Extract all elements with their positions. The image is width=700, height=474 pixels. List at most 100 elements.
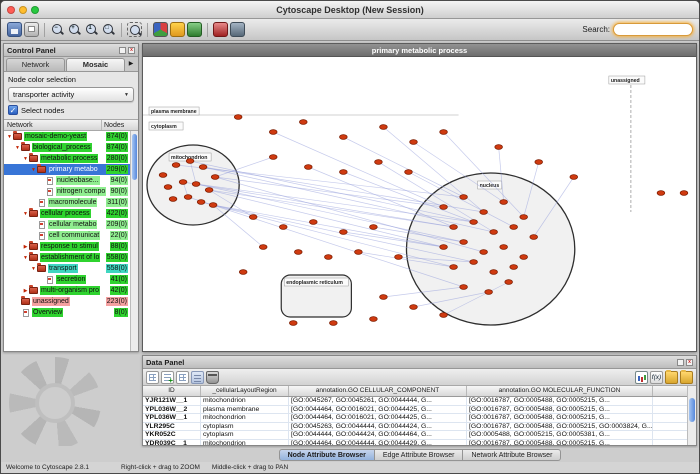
network-node[interactable] <box>169 197 177 202</box>
network-node[interactable] <box>450 225 458 230</box>
disclosure-triangle-icon[interactable]: ▼ <box>6 134 13 140</box>
network-node[interactable] <box>520 255 528 260</box>
network-node[interactable] <box>197 200 205 205</box>
network-edge[interactable] <box>343 137 463 197</box>
load-attributes-icon[interactable] <box>680 371 693 384</box>
network-edge[interactable] <box>213 205 443 247</box>
disclosure-triangle-icon[interactable]: ▼ <box>22 156 29 162</box>
network-node[interactable] <box>450 265 458 270</box>
table-row[interactable]: YPL036W__2plasma membrane[GO:0044464, GO… <box>143 406 696 415</box>
network-node[interactable] <box>380 295 388 300</box>
annotation-icon[interactable] <box>170 22 185 37</box>
tab-mosaic[interactable]: Mosaic <box>66 58 125 71</box>
network-node[interactable] <box>340 230 348 235</box>
formula-builder-icon[interactable]: f(x) <box>650 371 663 384</box>
network-node[interactable] <box>269 155 277 160</box>
network-node[interactable] <box>410 140 418 145</box>
zoom-in-icon[interactable]: + <box>67 22 82 37</box>
network-node[interactable] <box>279 225 287 230</box>
disclosure-triangle-icon[interactable]: ▼ <box>30 167 37 173</box>
tree-row[interactable]: ▶response to stimul88(0) <box>4 241 138 252</box>
tree-row[interactable]: ▶multi-organism pro42(0) <box>4 285 138 296</box>
print-icon[interactable] <box>24 22 39 37</box>
network-node[interactable] <box>234 115 242 120</box>
network-node[interactable] <box>211 175 219 180</box>
network-node[interactable] <box>289 321 297 326</box>
network-node[interactable] <box>269 130 277 135</box>
network-node[interactable] <box>680 191 688 196</box>
zoom-selected-icon[interactable] <box>127 22 142 37</box>
network-edge[interactable] <box>209 190 443 247</box>
zoom-out-icon[interactable]: − <box>50 22 65 37</box>
float-panel-button[interactable] <box>119 47 126 54</box>
select-nodes-checkbox[interactable]: ✓ <box>8 105 18 115</box>
float-data-panel-button[interactable] <box>677 359 684 366</box>
network-node[interactable] <box>480 210 488 215</box>
network-node[interactable] <box>239 270 247 275</box>
search-input[interactable] <box>613 23 693 36</box>
network-node[interactable] <box>505 280 513 285</box>
network-node[interactable] <box>249 215 257 220</box>
network-node[interactable] <box>192 182 200 187</box>
disclosure-triangle-icon[interactable]: ▼ <box>14 145 21 151</box>
tree-scrollbar[interactable] <box>130 131 138 351</box>
network-node[interactable] <box>199 165 207 170</box>
tree-row[interactable]: ▼metabolic process280(0) <box>4 153 138 164</box>
tree-row[interactable]: ▼transport558(0) <box>4 263 138 274</box>
tree-row[interactable]: secretion41(0) <box>4 274 138 285</box>
attribute-stack-icon[interactable] <box>191 371 204 384</box>
tree-row[interactable]: cell communicat22(0) <box>4 230 138 241</box>
network-node[interactable] <box>375 160 383 165</box>
network-node[interactable] <box>405 170 413 175</box>
tree-scrollbar-thumb[interactable] <box>132 134 137 180</box>
network-node[interactable] <box>535 160 543 165</box>
disclosure-triangle-icon[interactable]: ▼ <box>22 255 29 261</box>
column-header[interactable]: annotation.GO MOLECULAR_FUNCTION <box>467 386 653 396</box>
attribute-copy-icon[interactable] <box>176 371 189 384</box>
layout-icon[interactable] <box>187 22 202 37</box>
tree-row[interactable]: ▼primary metabo209(0) <box>4 164 138 175</box>
network-node[interactable] <box>495 145 503 150</box>
table-row[interactable]: YJR121W__1mitochondrion[GO:0045267, GO:0… <box>143 397 696 406</box>
disclosure-triangle-icon[interactable]: ▼ <box>30 266 37 272</box>
network-node[interactable] <box>205 188 213 193</box>
zoom-actual-icon[interactable]: 1 <box>84 22 99 37</box>
network-node[interactable] <box>370 317 378 322</box>
save-icon[interactable] <box>7 22 22 37</box>
attribute-select-icon[interactable] <box>146 371 159 384</box>
network-node[interactable] <box>159 173 167 178</box>
network-node[interactable] <box>410 305 418 310</box>
network-node[interactable] <box>520 215 528 220</box>
attribute-delete-icon[interactable] <box>206 371 219 384</box>
network-node[interactable] <box>490 270 498 275</box>
table-scrollbar[interactable] <box>687 386 696 445</box>
network-node[interactable] <box>460 195 468 200</box>
tree-header-nodes[interactable]: Nodes <box>102 120 138 130</box>
network-node[interactable] <box>330 321 338 326</box>
close-window-button[interactable] <box>7 6 15 14</box>
tab-node-attribute-browser[interactable]: Node Attribute Browser <box>279 449 375 461</box>
tab-overflow-arrow-icon[interactable]: ▶ <box>126 58 136 71</box>
network-node[interactable] <box>510 265 518 270</box>
tree-row[interactable]: ▼cellular process422(0) <box>4 208 138 219</box>
tab-edge-attribute-browser[interactable]: Edge Attribute Browser <box>375 449 464 461</box>
tab-network-attribute-browser[interactable]: Network Attribute Browser <box>463 449 561 461</box>
network-node[interactable] <box>310 220 318 225</box>
tab-network[interactable]: Network <box>6 58 65 71</box>
column-header[interactable]: annotation.GO CELLULAR_COMPONENT <box>289 386 467 396</box>
zoom-fit-icon[interactable]: □ <box>101 22 116 37</box>
network-node[interactable] <box>186 159 194 164</box>
network-node[interactable] <box>304 165 312 170</box>
network-node[interactable] <box>340 135 348 140</box>
filter-icon[interactable] <box>213 22 228 37</box>
table-row[interactable]: YPL036W__1mitochondrion[GO:0044464, GO:0… <box>143 414 696 423</box>
network-node[interactable] <box>355 250 363 255</box>
network-node[interactable] <box>299 120 307 125</box>
network-node[interactable] <box>460 285 468 290</box>
close-data-panel-button[interactable]: x <box>686 359 693 366</box>
network-node[interactable] <box>530 235 538 240</box>
tree-row[interactable]: Overview8(0) <box>4 307 138 318</box>
table-scrollbar-thumb[interactable] <box>689 398 695 422</box>
network-node[interactable] <box>470 260 478 265</box>
table-row[interactable]: YLR295Ccytoplasm[GO:0045263, GO:0044444,… <box>143 423 696 432</box>
